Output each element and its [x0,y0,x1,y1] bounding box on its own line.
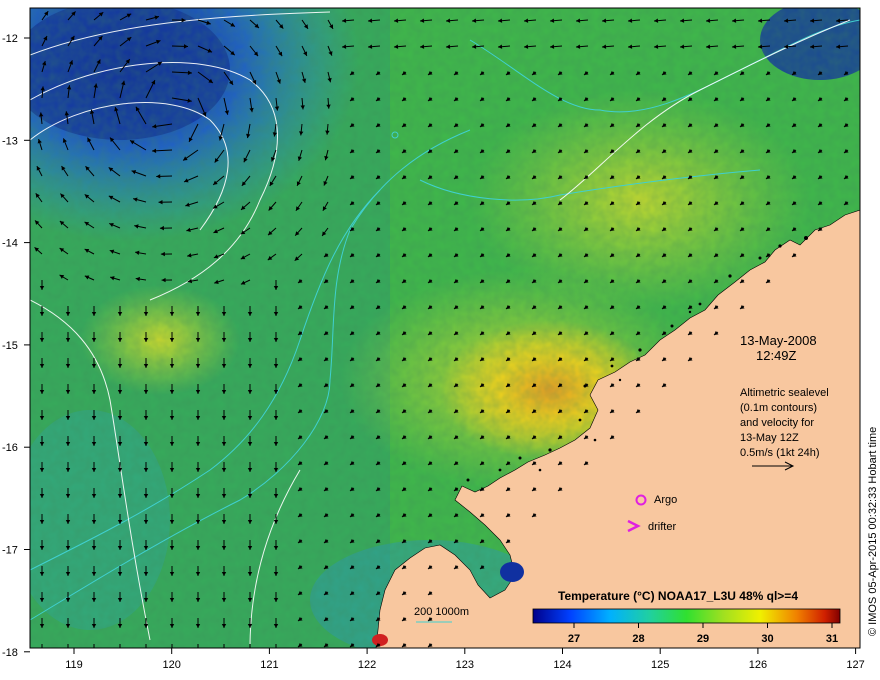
info-line-5: 0.5m/s (1kt 24h) [740,447,819,459]
king-sound-water [500,562,524,582]
colorbar-tick-label: 30 [761,633,773,645]
velocity-arrow-head [196,650,200,654]
colorbar-gradient [532,608,841,624]
latitude-label: -14 [2,238,18,250]
longitude-label: 125 [651,659,669,671]
latitude-label: -12 [2,33,18,45]
sst-map-figure: 119 120 121 122 123 124 125 126 127 -12 -13 -14 -15… [2,7,879,671]
velocity-arrow-head [40,650,44,654]
colorbar-tick-label: 31 [826,633,838,645]
drifter-label: drifter [648,521,676,533]
longitude-label: 122 [358,659,376,671]
latitude-label: -16 [2,442,18,454]
longitude-label: 121 [260,659,278,671]
velocity-arrow-head [274,650,278,654]
longitude-label: 127 [846,659,864,671]
colorbar-tick-label: 27 [568,633,580,645]
info-line-1: Altimetric sealevel [740,387,829,399]
time-label: 12:49Z [756,348,797,363]
info-line-4: 13-May 12Z [740,432,799,444]
colorbar-tick-label: 29 [697,633,709,645]
latitude-axis: -12 -13 -14 -15 -16 -17 -18 [2,33,30,659]
latitude-label: -15 [2,340,18,352]
longitude-label: 123 [456,659,474,671]
bathymetry-legend-label: 200 1000m [414,606,469,618]
longitude-label: 120 [163,659,181,671]
map-panel [30,8,860,654]
date-label: 13-May-2008 [740,333,817,348]
latitude-label: -18 [2,647,18,659]
latitude-label: -17 [2,545,18,557]
latitude-label: -13 [2,135,18,147]
longitude-axis: 119 120 121 122 123 124 125 126 127 [65,648,865,671]
credit-label: © IMOS 05-Apr-2015 00:32:33 Hobart time [867,427,879,636]
colorbar-tick-label: 28 [632,633,644,645]
velocity-arrow-head [222,650,226,654]
velocity-arrow-head [118,650,122,654]
info-line-3: and velocity for [740,417,814,429]
velocity-arrow-head [248,650,252,654]
longitude-label: 124 [553,659,571,671]
velocity-arrow-head [144,650,148,654]
longitude-label: 119 [65,659,83,671]
velocity-arrow-head [92,650,96,654]
longitude-label: 126 [749,659,767,671]
argo-label: Argo [654,494,677,506]
velocity-arrow-head [66,650,70,654]
info-line-2: (0.1m contours) [740,402,817,414]
colorbar-title: Temperature (°C) NOAA17_L3U 48% ql>=4 [558,589,798,603]
